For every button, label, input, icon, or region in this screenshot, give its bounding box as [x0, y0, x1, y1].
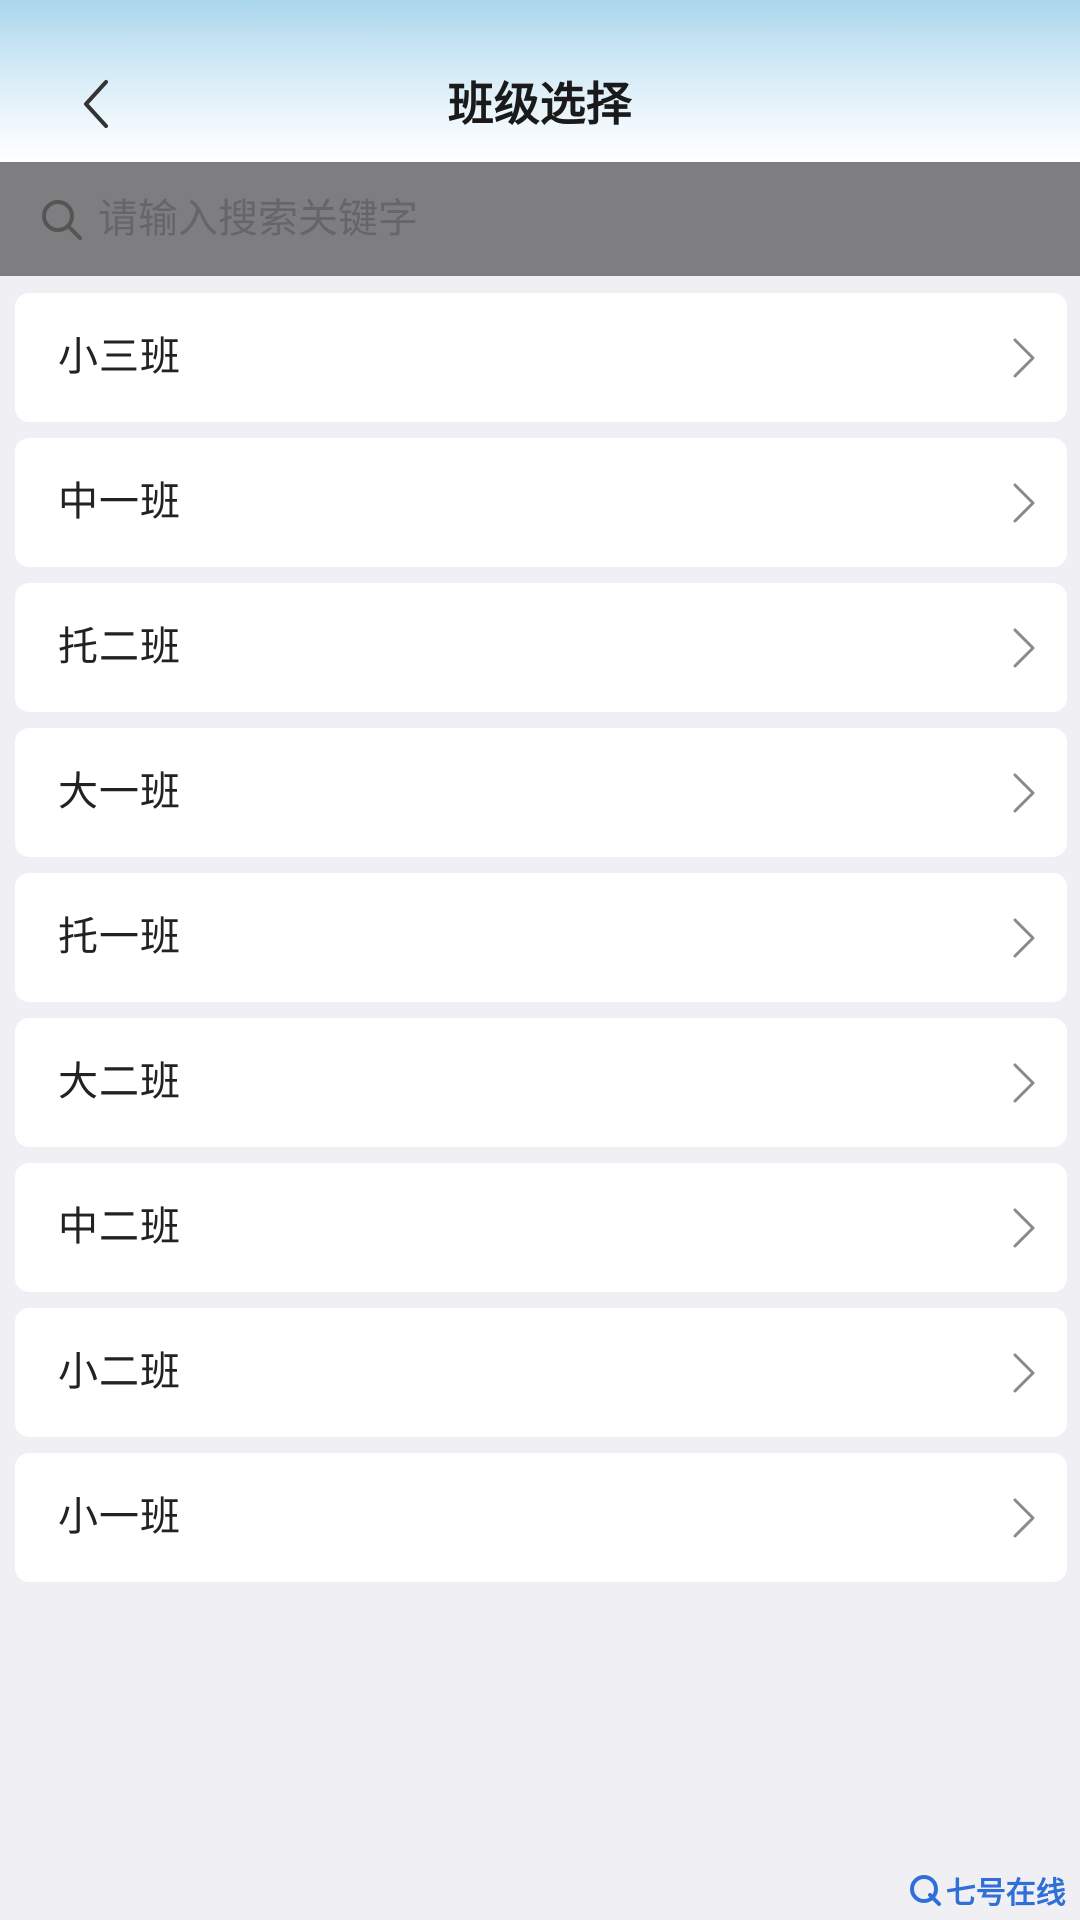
class-item-1[interactable]: 中一班 — [15, 438, 1067, 567]
chevron-right-icon — [1013, 483, 1035, 523]
chevron-right-icon — [1013, 773, 1035, 813]
class-item-label: 小一班 — [58, 1494, 181, 1540]
class-item-label: 托一班 — [58, 914, 181, 960]
class-item-6[interactable]: 中二班 — [15, 1163, 1067, 1292]
search-icon — [42, 200, 82, 240]
watermark-text: 七号在线 — [946, 1876, 1066, 1911]
chevron-left-icon — [84, 80, 108, 128]
chevron-right-icon — [1013, 1498, 1035, 1538]
class-item-label: 中一班 — [58, 479, 181, 525]
chevron-right-icon — [1013, 338, 1035, 378]
class-item-label: 大二班 — [58, 1059, 181, 1105]
class-item-label: 大一班 — [58, 769, 181, 815]
class-item-8[interactable]: 小一班 — [15, 1453, 1067, 1582]
class-item-label: 中二班 — [58, 1204, 181, 1250]
chevron-right-icon — [1013, 1208, 1035, 1248]
class-selection-screen: 班级选择 小三班 中一班 托二班 大一班 托一班 大二班 — [0, 0, 1080, 1920]
watermark: 七号在线 — [908, 1870, 1066, 1911]
chevron-right-icon — [1013, 1353, 1035, 1393]
search-bar — [0, 162, 1080, 276]
chevron-right-icon — [1013, 1063, 1035, 1103]
class-item-5[interactable]: 大二班 — [15, 1018, 1067, 1147]
chevron-right-icon — [1013, 918, 1035, 958]
class-list: 小三班 中一班 托二班 大一班 托一班 大二班 中二班 小二班 小一班 — [15, 293, 1067, 1598]
back-button[interactable] — [70, 72, 120, 136]
class-item-label: 小三班 — [58, 334, 181, 380]
class-item-2[interactable]: 托二班 — [15, 583, 1067, 712]
page-title: 班级选择 — [448, 77, 632, 131]
chevron-right-icon — [1013, 628, 1035, 668]
class-item-7[interactable]: 小二班 — [15, 1308, 1067, 1437]
watermark-logo-icon — [910, 1875, 941, 1906]
class-item-4[interactable]: 托一班 — [15, 873, 1067, 1002]
class-item-label: 托二班 — [58, 624, 181, 670]
class-item-label: 小二班 — [58, 1349, 181, 1395]
class-item-3[interactable]: 大一班 — [15, 728, 1067, 857]
search-input[interactable] — [98, 184, 1038, 254]
class-item-0[interactable]: 小三班 — [15, 293, 1067, 422]
navigation-bar: 班级选择 — [0, 0, 1080, 162]
